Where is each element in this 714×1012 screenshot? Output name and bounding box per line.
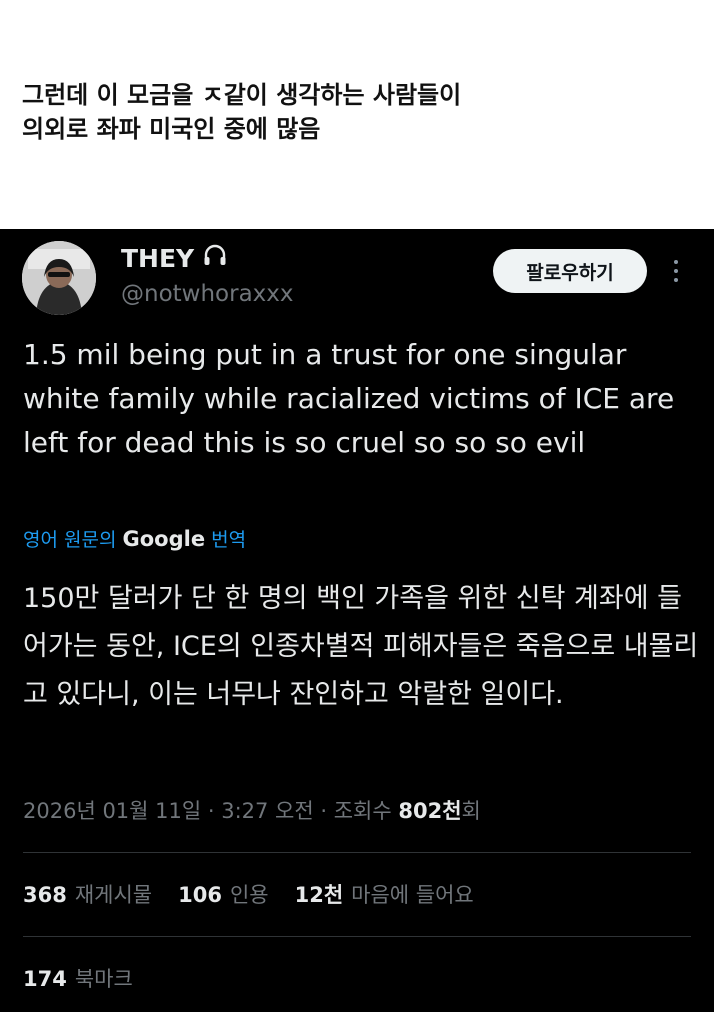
likes-stat[interactable]: 12천 마음에 들어요 [295,879,474,909]
reposts-stat[interactable]: 368 재게시물 [23,879,152,909]
tweet-datetime[interactable]: 2026년 01월 11일 · 3:27 오전 · 조회수 [23,799,392,823]
follow-button[interactable]: 팔로우하기 [493,249,647,293]
translate-suffix: 번역 [211,529,247,551]
caption-line-2: 의외로 좌파 미국인 중에 많음 [22,115,321,143]
display-name-text: THEY [121,243,195,273]
tweet-meta: 2026년 01월 11일 · 3:27 오전 · 조회수 802천회 [23,795,481,825]
view-count-suffix: 회 [461,799,481,823]
quotes-stat[interactable]: 106 인용 [178,879,268,909]
likes-label: 마음에 들어요 [351,883,474,907]
display-name[interactable]: THEY [121,243,228,273]
translation-attribution[interactable]: 영어 원문의 Google 번역 [23,525,246,552]
caption-line-1: 그런데 이 모금을 ㅈ같이 생각하는 사람들이 [22,81,462,109]
tweet-text: 1.5 mil being put in a trust for one sin… [23,338,675,459]
avatar[interactable] [22,241,96,315]
divider [23,936,691,937]
reposts-count: 368 [23,883,67,907]
bookmarks-count: 174 [23,967,67,991]
reposts-label: 재게시물 [74,883,153,907]
tweet-card: THEY @notwhoraxxx 팔로우하기 1.5 mil being pu… [0,229,714,1012]
view-count: 802천 [398,799,462,823]
google-brand: Google [122,527,206,551]
engagement-stats: 368 재게시물 106 인용 12천 마음에 들어요 [23,879,474,909]
translate-prefix: 영어 원문의 [23,529,117,551]
more-options-icon[interactable] [664,255,688,287]
headphones-icon [202,243,228,273]
divider [23,852,691,853]
post-caption: 그런데 이 모금을 ㅈ같이 생각하는 사람들이 의외로 좌파 미국인 중에 많음 [22,78,702,146]
quotes-count: 106 [178,883,222,907]
avatar-image [22,241,96,315]
user-handle[interactable]: @notwhoraxxx [121,281,294,307]
translated-text: 150만 달러가 단 한 명의 백인 가족을 위한 신탁 계좌에 들어가는 동안… [23,583,699,710]
quotes-label: 인용 [229,883,269,907]
bookmarks-stat[interactable]: 174 북마크 [23,963,133,993]
likes-count: 12천 [294,883,344,907]
bookmarks-label: 북마크 [74,967,133,991]
